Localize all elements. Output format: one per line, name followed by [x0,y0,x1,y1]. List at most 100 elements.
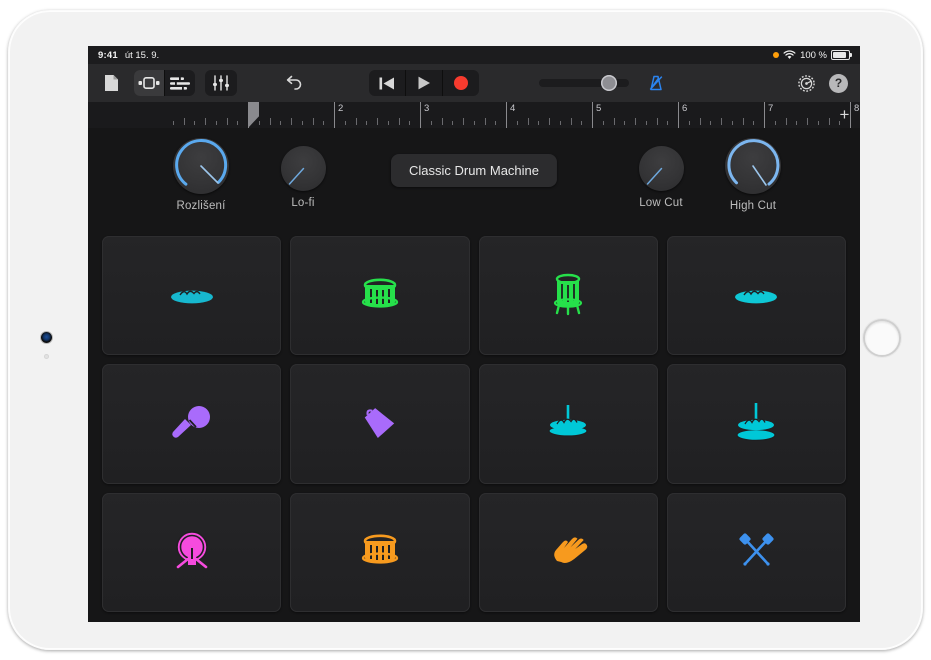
pad-maraca[interactable] [102,364,281,483]
ruler-bar-marker: 3 [420,102,421,128]
lofi-knob-pointer [281,146,326,191]
ruler-tick [313,118,314,125]
ruler-tick [635,118,636,125]
ruler-tick [323,121,324,125]
ruler-tick [796,121,797,125]
ruler-tick [409,121,410,125]
pad-closed-hihat-1[interactable] [102,236,281,355]
volume-slider-knob[interactable] [601,75,617,91]
pad-sticks[interactable] [667,493,846,612]
snare-drum-icon [349,265,411,327]
hihat-stand-closed-icon [537,393,599,455]
ambient-light-sensor [44,354,49,359]
ruler-tick [194,121,195,125]
timeline-ruler[interactable]: 12345678 + [88,102,860,129]
ruler-tick [646,121,647,125]
ruler-tick [495,121,496,125]
toolbar-left-group [88,70,237,96]
high-cut-knob[interactable]: High Cut [698,138,808,212]
ruler-bar-number: 8 [854,103,859,114]
status-bar-right: 100 % [773,50,860,61]
toolbar-center-group [279,70,669,96]
undo-icon[interactable] [279,70,309,96]
pad-hihat-stand-closed[interactable] [479,364,658,483]
pad-snare-green[interactable] [290,236,469,355]
ruler-tick [216,121,217,125]
ruler-bar-marker: 2 [334,102,335,128]
settings-gear-icon[interactable] [793,70,819,96]
ruler-tick [463,118,464,125]
battery-percent-label: 100 % [800,50,827,61]
drum-pads-grid [102,236,846,612]
ruler-tick [184,118,185,125]
mixer-icon[interactable] [205,70,237,96]
lofi-knob-label: Lo-fi [248,197,358,209]
play-button[interactable] [405,70,442,96]
status-date: út 15. 9. [125,50,159,61]
drum-pads-plugin: Rozlišení Lo-fi Classic Drum Machine [88,128,860,622]
toolbar-right-group: ? [793,70,860,96]
ruler-tick [452,121,453,125]
ruler-bar-marker: 7 [764,102,765,128]
ruler-tick [624,121,625,125]
ruler-tick [657,118,658,125]
ruler-bar-marker: 6 [678,102,679,128]
metronome-icon[interactable] [643,70,669,96]
pad-closed-hihat-2[interactable] [667,236,846,355]
ruler-tick [732,121,733,125]
ruler-tick [377,118,378,125]
rewind-to-start-button[interactable] [369,70,405,96]
ruler-tick [818,121,819,125]
tom-drum-icon [537,265,599,327]
ruler-tick [356,118,357,125]
pad-kick-drum[interactable] [102,493,281,612]
ipad-device-frame: 9:41 út 15. 9. 100 % [8,10,923,650]
preset-name-button[interactable]: Classic Drum Machine [391,154,557,187]
ruler-tick [517,121,518,125]
ruler-tick [571,118,572,125]
transport-controls [369,70,479,96]
ruler-bar-number: 4 [510,103,515,114]
ruler-tick [689,121,690,125]
ruler-tick [549,118,550,125]
help-button[interactable]: ? [829,74,848,93]
lofi-knob[interactable]: Lo-fi [248,146,358,209]
ruler-tick [710,121,711,125]
maraca-icon [161,393,223,455]
ruler-tick [485,118,486,125]
view-mode-segmented-control[interactable] [134,70,195,96]
kick-drum-icon [161,521,223,583]
ruler-tick [721,118,722,125]
master-volume-slider[interactable] [539,79,629,87]
hihat-closed-icon [161,265,223,327]
add-track-button[interactable]: + [835,105,854,124]
track-view-icon[interactable] [164,70,195,96]
ruler-tick [753,121,754,125]
hihat-stand-open-icon [725,393,787,455]
navigation-view-icon[interactable] [134,70,164,96]
ruler-tick [291,118,292,125]
record-dot-icon [454,76,468,90]
pad-tom-green[interactable] [479,236,658,355]
ruler-tick [581,121,582,125]
pad-clap[interactable] [479,493,658,612]
record-button[interactable] [442,70,479,96]
document-icon[interactable] [98,70,124,96]
low-cut-knob-pointer [639,146,684,191]
rozliseni-knob-ring [173,138,229,194]
ruler-bar-number: 2 [338,103,343,114]
snare-drum-icon [349,521,411,583]
pad-hihat-stand-open[interactable] [667,364,846,483]
ruler-tick [173,121,174,125]
ruler-tick [786,118,787,125]
high-cut-knob-label: High Cut [698,200,808,212]
pad-cowbell[interactable] [290,364,469,483]
home-button[interactable] [863,319,901,357]
ruler-tick [399,118,400,125]
high-cut-knob-ring [725,138,781,194]
knob-row: Rozlišení Lo-fi Classic Drum Machine [88,128,860,234]
rozliseni-knob[interactable]: Rozlišení [146,138,256,212]
ruler-tick [259,121,260,125]
pad-snare-orange[interactable] [290,493,469,612]
ruler-tick [237,121,238,125]
